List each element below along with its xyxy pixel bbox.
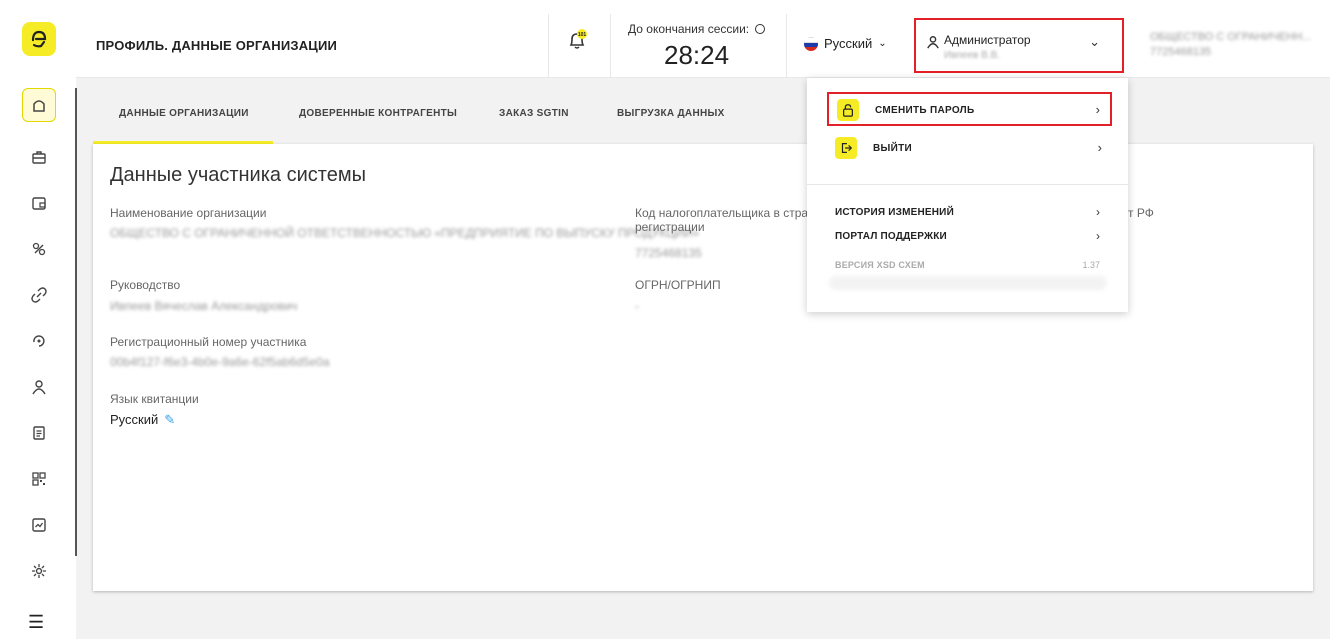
change-history-link[interactable]: ИСТОРИЯ ИЗМЕНЕНИЙ [835,207,954,218]
russia-flag-icon [804,36,818,51]
notifications-bell-icon[interactable]: 101 [566,28,590,52]
document-icon[interactable] [26,420,52,446]
briefcase-icon[interactable] [26,144,52,170]
tab-data-export[interactable]: ВЫГРУЗКА ДАННЫХ [617,108,725,119]
organization-details-card: Данные участника системы Наименование ор… [93,144,1313,591]
chart-box-icon[interactable] [26,512,52,538]
ogrn-value: - [635,299,639,313]
receipt-language-value: Русский ✎ [110,412,176,428]
hamburger-menu-icon[interactable]: ☰ [28,612,44,633]
user-icon [926,35,940,54]
sidebar-divider [75,88,77,556]
chevron-right-icon: › [1096,229,1100,243]
taxpayer-code-value: 7725468135 [635,246,702,260]
tab-trusted-partners[interactable]: ДОВЕРЕННЫЕ КОНТРАГЕНТЫ [299,108,457,119]
logo[interactable] [22,22,56,56]
management-value: Ивпеев Вячеслав Александрович [110,299,298,313]
language-label: Русский [824,36,873,51]
blurred-content [829,276,1107,290]
management-label: Руководство [110,278,181,292]
edit-pencil-icon[interactable]: ✎ [164,412,175,428]
receipt-language-label: Язык квитанции [110,392,199,406]
change-password-label: СМЕНИТЬ ПАРОЛЬ [875,105,975,116]
home-icon[interactable] [22,88,56,122]
header-divider [786,14,787,78]
logout-icon [835,137,857,159]
ogrn-label: ОГРН/ОГРНИП [635,278,721,292]
user-role: Администратор [944,33,1031,47]
user-dropdown-menu: СМЕНИТЬ ПАРОЛЬ › ВЫЙТИ › ИСТОРИЯ ИЗМЕНЕН… [807,78,1128,312]
card-title: Данные участника системы [110,164,366,186]
org-name-label: Наименование организации [110,206,267,220]
tab-organization-data[interactable]: ДАННЫЕ ОРГАНИЗАЦИИ [119,108,249,119]
change-password-item[interactable]: СМЕНИТЬ ПАРОЛЬ › [827,92,1112,126]
chevron-down-icon: ⌄ [1089,34,1100,49]
organization-name[interactable]: ОБЩЕСТВО С ОГРАНИЧЕНН... 7725468135 [1150,30,1320,60]
top-header: ПРОФИЛЬ. ДАННЫЕ ОРГАНИЗАЦИИ 101 До оконч… [76,0,1330,78]
notification-badge: 101 [578,32,587,38]
qr-code-icon[interactable] [26,466,52,492]
org-name-value: ОБЩЕСТВО С ОГРАНИЧЕННОЙ ОТВЕТСТВЕННОСТЬЮ… [110,226,700,240]
session-timer-label: До окончания сессии: [628,22,766,36]
header-divider [610,14,611,78]
page-title: ПРОФИЛЬ. ДАННЫЕ ОРГАНИЗАЦИИ [96,38,338,53]
session-timer: 28:24 [664,40,730,70]
chevron-right-icon: › [1097,140,1102,155]
cycle-icon[interactable] [26,328,52,354]
info-icon[interactable] [755,24,766,34]
tab-sgtin-order[interactable]: ЗАКАЗ SGTIN [499,108,569,119]
reg-number-value: 00b4f127-f6e3-4b0e-9a6e-62f5ab6d5e0a [110,355,330,369]
xsd-version-value: 1.37 [1082,260,1100,270]
settings-icon[interactable] [26,558,52,584]
user-menu-toggle[interactable]: Администратор Ивпеев В.В. ⌄ [914,18,1124,73]
pills-icon[interactable] [26,236,52,262]
partial-field-label: т РФ [1128,206,1154,220]
user-icon[interactable] [26,374,52,400]
chevron-right-icon: › [1096,205,1100,219]
chevron-right-icon: › [1095,102,1100,117]
header-divider [548,14,549,78]
support-portal-link[interactable]: ПОРТАЛ ПОДДЕРЖКИ [835,231,947,242]
dropdown-divider [807,184,1128,185]
language-selector[interactable]: Русский ⌄ [804,36,887,51]
lock-icon [837,99,859,121]
reg-number-label: Регистрационный номер участника [110,335,307,349]
logout-item[interactable]: ВЫЙТИ › [827,132,1112,166]
logout-label: ВЫЙТИ [873,143,912,154]
xsd-version-label: ВЕРСИЯ XSD СХЕМ [835,260,925,270]
wallet-icon[interactable] [26,190,52,216]
link-icon[interactable] [26,282,52,308]
taxpayer-code-label: Код налогоплательщика в стран регистрации [635,206,815,234]
chevron-down-icon: ⌄ [878,38,887,49]
user-name: Ивпеев В.В. [944,50,1001,61]
sidebar [0,0,77,639]
